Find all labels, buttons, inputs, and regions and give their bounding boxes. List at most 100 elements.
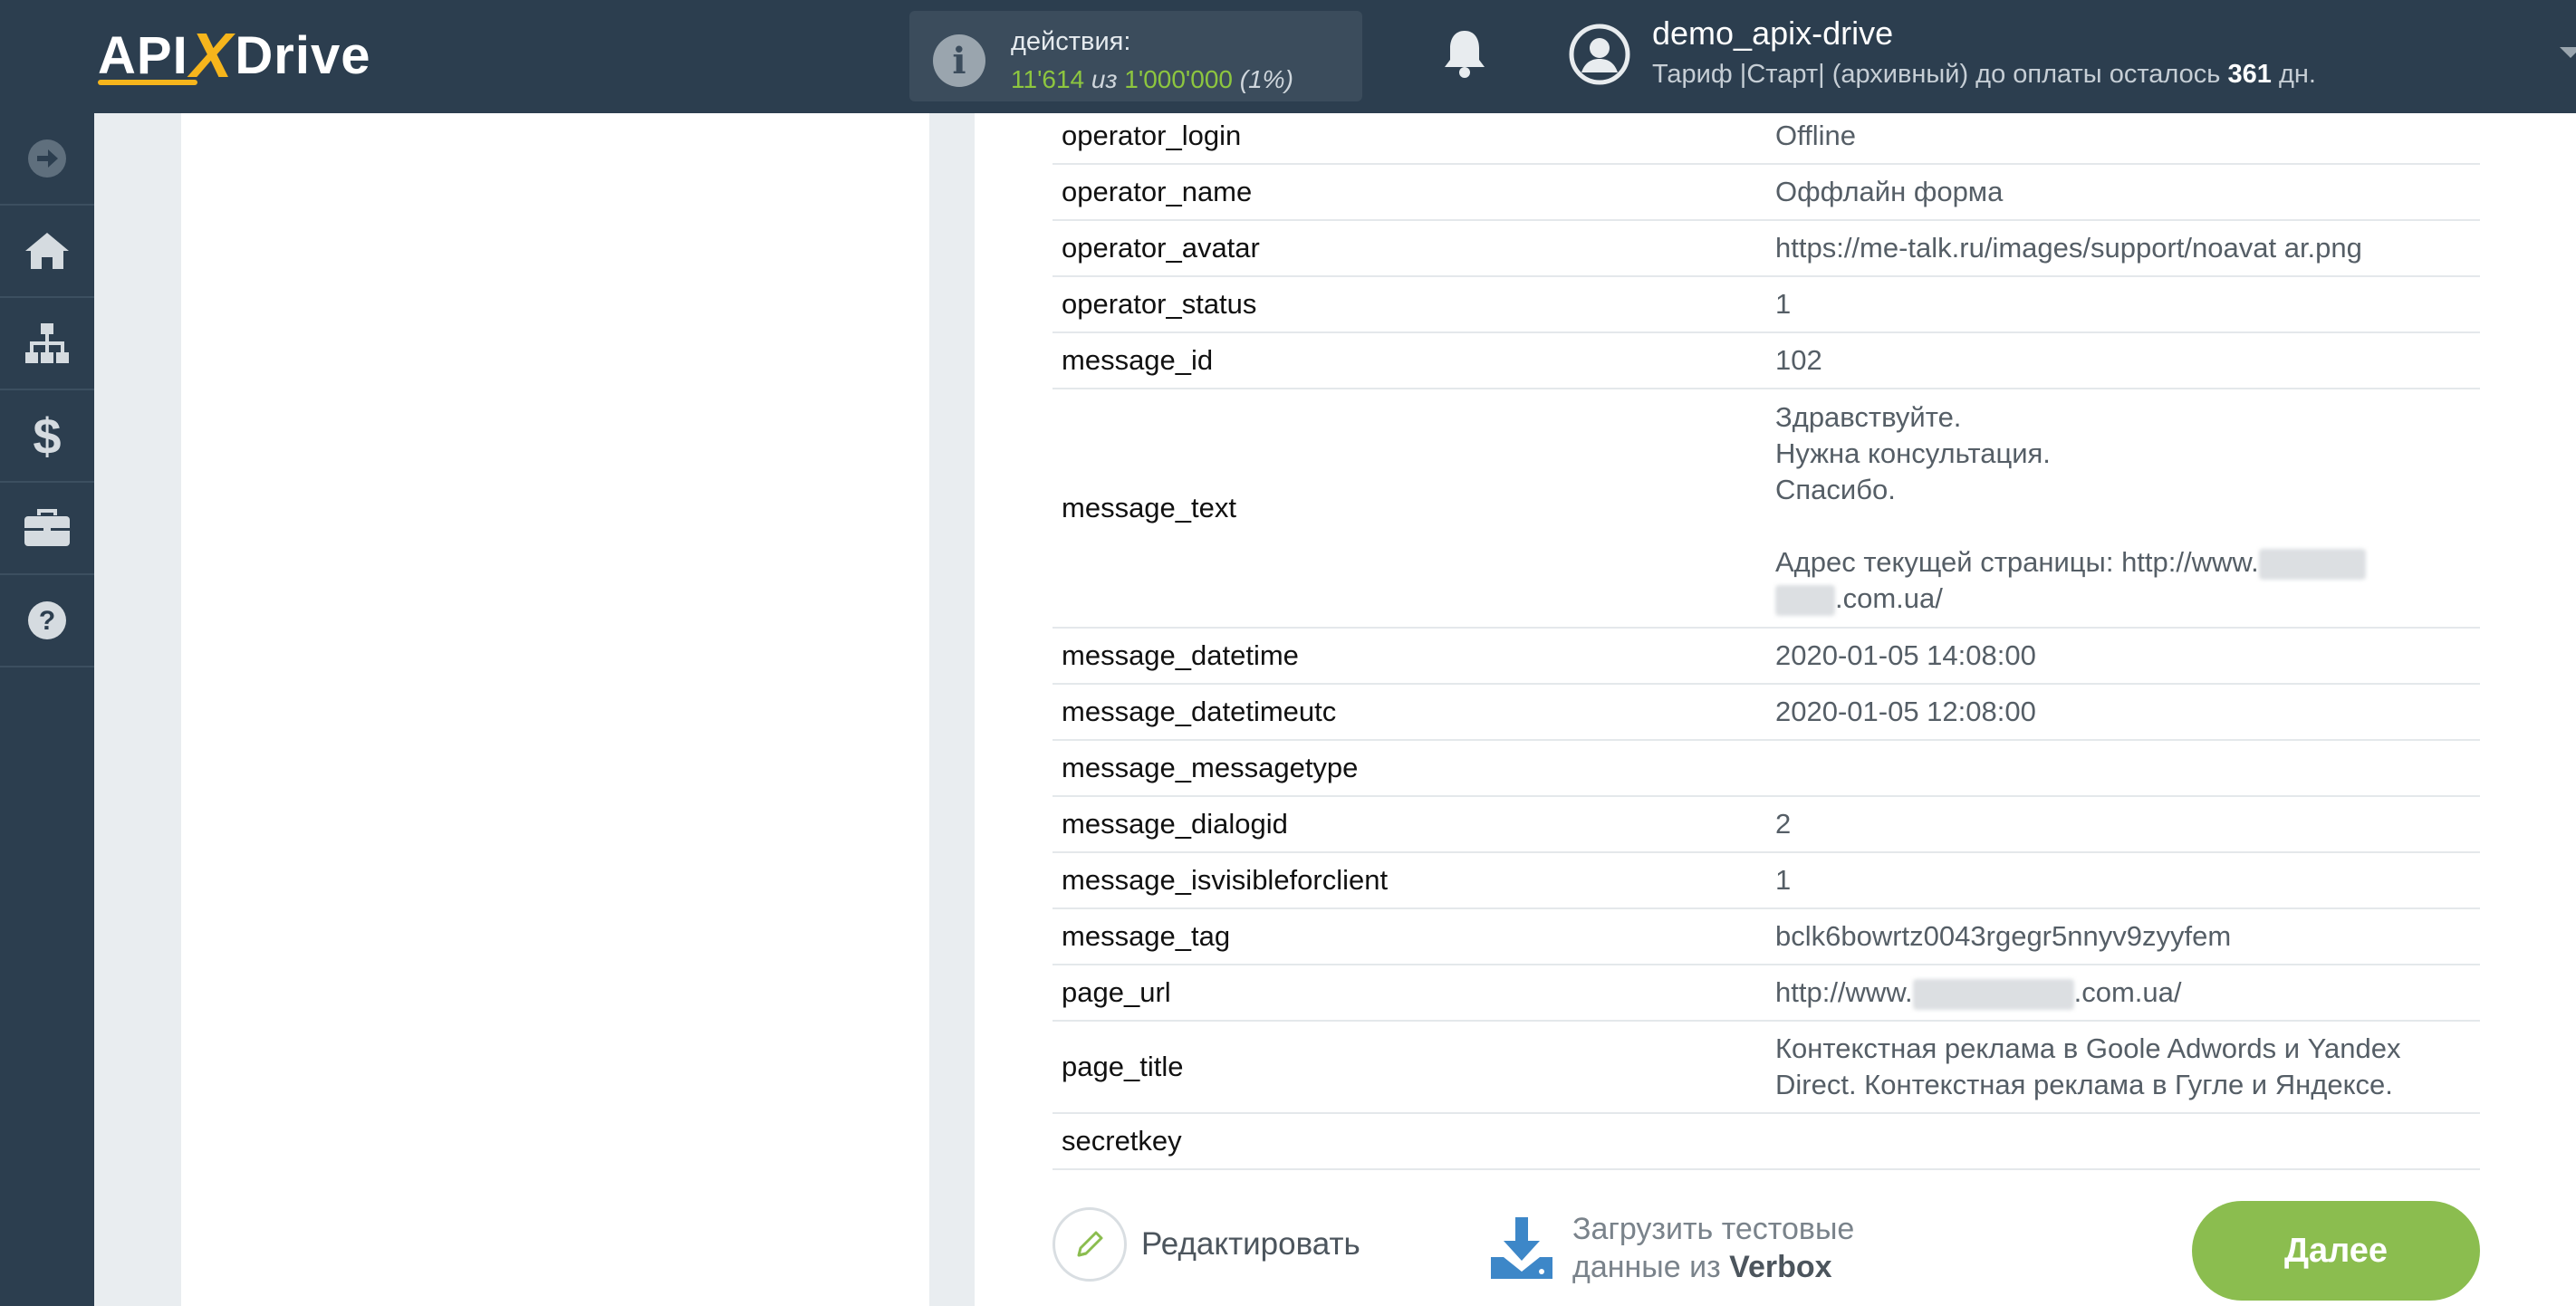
field-key: message_tag (1053, 908, 1766, 965)
sidebar-item-billing[interactable]: $ (0, 390, 94, 483)
field-value: 102 (1766, 332, 2480, 389)
table-row: message_isvisibleforclient 1 (1053, 852, 2480, 909)
field-key: message_id (1053, 332, 1766, 389)
field-key: message_isvisibleforclient (1053, 852, 1766, 909)
table-row: secretkey (1053, 1113, 2480, 1170)
apixdrive-logo[interactable]: API X Drive (98, 20, 371, 91)
briefcase-icon (24, 509, 70, 546)
logo-underline (98, 80, 197, 85)
actions-label: действия: (1011, 27, 1131, 56)
top-header: API X Drive i действия: 11'614 из 1'000'00… (0, 0, 2576, 113)
svg-text:?: ? (39, 606, 55, 636)
actions-of: из (1091, 65, 1118, 93)
actions-counter: i действия: 11'614 из 1'000'000 (1%) (909, 11, 1362, 101)
redacted-text (1775, 584, 1835, 616)
table-row: message_messagetype (1053, 740, 2480, 797)
message-line: Спасибо. (1775, 474, 1896, 505)
field-value-multiline: Контекстная реклама в Goole Adwords и Ya… (1766, 1021, 2480, 1114)
load-label-prefix: данные из (1572, 1250, 1721, 1284)
username[interactable]: demo_apix-drive (1652, 14, 1893, 53)
sidebar-item-connections[interactable] (0, 298, 94, 390)
field-value: https://me-talk.ru/images/support/noavat… (1766, 220, 2480, 277)
field-value: bclk6bowrtz0043rgegr5nnyv9zyyfem (1766, 908, 2480, 965)
dollar-icon: $ (33, 407, 62, 465)
sidebar-item-help[interactable]: ? (0, 575, 94, 667)
user-avatar-icon[interactable] (1569, 24, 1630, 85)
message-line: Здравствуйте. (1775, 401, 1962, 433)
sidebar-item-collapse[interactable] (0, 113, 94, 206)
field-value: Offline (1766, 109, 2480, 165)
field-key: secretkey (1053, 1113, 1766, 1170)
redacted-text (1912, 978, 2074, 1010)
field-key: message_datetimeutc (1053, 684, 1766, 741)
table-row: operator_login Offline (1053, 109, 2480, 165)
url-suffix: .com.ua/ (2073, 976, 2182, 1008)
load-test-data-button[interactable]: Загрузить тестовые данные из Verbox (1487, 1210, 1854, 1286)
fields-table: operator_login Offline operator_name Офф… (1053, 109, 2480, 1170)
help-icon: ? (28, 601, 66, 639)
edit-label: Редактировать (1141, 1226, 1360, 1262)
field-key: operator_status (1053, 276, 1766, 333)
field-key: operator_avatar (1053, 220, 1766, 277)
table-row: message_datetime 2020-01-05 14:08:00 (1053, 628, 2480, 685)
chevron-down-icon[interactable] (2560, 47, 2576, 58)
arrow-right-circle-icon (28, 139, 66, 178)
table-row: message_text Здравствуйте. Нужна консуль… (1053, 389, 2480, 629)
url-prefix: http://www. (1775, 976, 1913, 1008)
field-value: 1 (1766, 276, 2480, 333)
table-row: message_tag bclk6bowrtz0043rgegr5nnyv9zy… (1053, 908, 2480, 965)
field-key: page_title (1053, 1021, 1766, 1114)
table-row: operator_avatar https://me-talk.ru/image… (1053, 220, 2480, 277)
edit-button[interactable]: Редактировать (1053, 1207, 1360, 1282)
home-icon (25, 233, 69, 269)
field-value: 2020-01-05 14:08:00 (1766, 628, 2480, 685)
message-line: Нужна консультация. (1775, 437, 2051, 469)
logo-drive-text: Drive (235, 25, 371, 85)
table-row: message_id 102 (1053, 332, 2480, 389)
field-value: Оффлайн форма (1766, 164, 2480, 221)
message-line: .com.ua/ (1775, 581, 2471, 617)
field-key: page_url (1053, 965, 1766, 1022)
info-icon: i (933, 34, 985, 87)
tariff-suffix: дн. (2278, 60, 2316, 89)
load-label-source: Verbox (1729, 1250, 1832, 1284)
left-panel (181, 113, 929, 1306)
pencil-icon (1077, 1231, 1103, 1257)
actions-used: 11'614 (1011, 65, 1085, 93)
table-row: operator_name Оффлайн форма (1053, 164, 2480, 221)
field-key: message_datetime (1053, 628, 1766, 685)
title-line: Direct. Контекстная реклама в Гугле и Ян… (1775, 1069, 2393, 1100)
tariff-info: Тариф |Старт| (архивный) до оплаты остал… (1652, 60, 2316, 90)
sidebar-item-tools[interactable] (0, 483, 94, 575)
edit-circle (1053, 1207, 1127, 1282)
field-value: 2 (1766, 796, 2480, 853)
field-value (1766, 1113, 2480, 1170)
sitemap-icon (25, 323, 69, 363)
redacted-text (2258, 548, 2366, 580)
message-line: Адрес текущей страницы: http://www. (1775, 544, 2471, 581)
field-key: operator_login (1053, 109, 1766, 165)
next-button[interactable]: Далее (2192, 1201, 2480, 1301)
tariff-text: Тариф |Старт| (архивный) до оплаты остал… (1652, 60, 2221, 89)
tariff-days: 361 (2227, 60, 2272, 89)
bell-icon[interactable] (1442, 27, 1487, 80)
field-key: message_messagetype (1053, 740, 1766, 797)
actions-count: 11'614 из 1'000'000 (1%) (1011, 65, 1293, 94)
message-address-prefix: Адрес текущей страницы: http://www. (1775, 546, 2259, 578)
field-value (1766, 740, 2480, 797)
sidebar-item-home[interactable] (0, 206, 94, 298)
logo-api-text: API (98, 25, 188, 85)
message-address-suffix: .com.ua/ (1835, 582, 1943, 614)
load-label-line2: данные из Verbox (1572, 1248, 1854, 1286)
field-value: http://www. .com.ua/ (1766, 965, 2480, 1022)
sidebar: $ ? (0, 113, 94, 1306)
field-value: 2020-01-05 12:08:00 (1766, 684, 2480, 741)
table-row: page_title Контекстная реклама в Goole A… (1053, 1021, 2480, 1114)
field-key: message_text (1053, 389, 1766, 629)
field-value-multiline: Здравствуйте. Нужна консультация. Спасиб… (1766, 389, 2480, 629)
download-icon (1491, 1217, 1552, 1279)
field-key: operator_name (1053, 164, 1766, 221)
table-row: page_url http://www. .com.ua/ (1053, 965, 2480, 1022)
actions-percent: (1%) (1239, 65, 1293, 93)
field-value: 1 (1766, 852, 2480, 909)
